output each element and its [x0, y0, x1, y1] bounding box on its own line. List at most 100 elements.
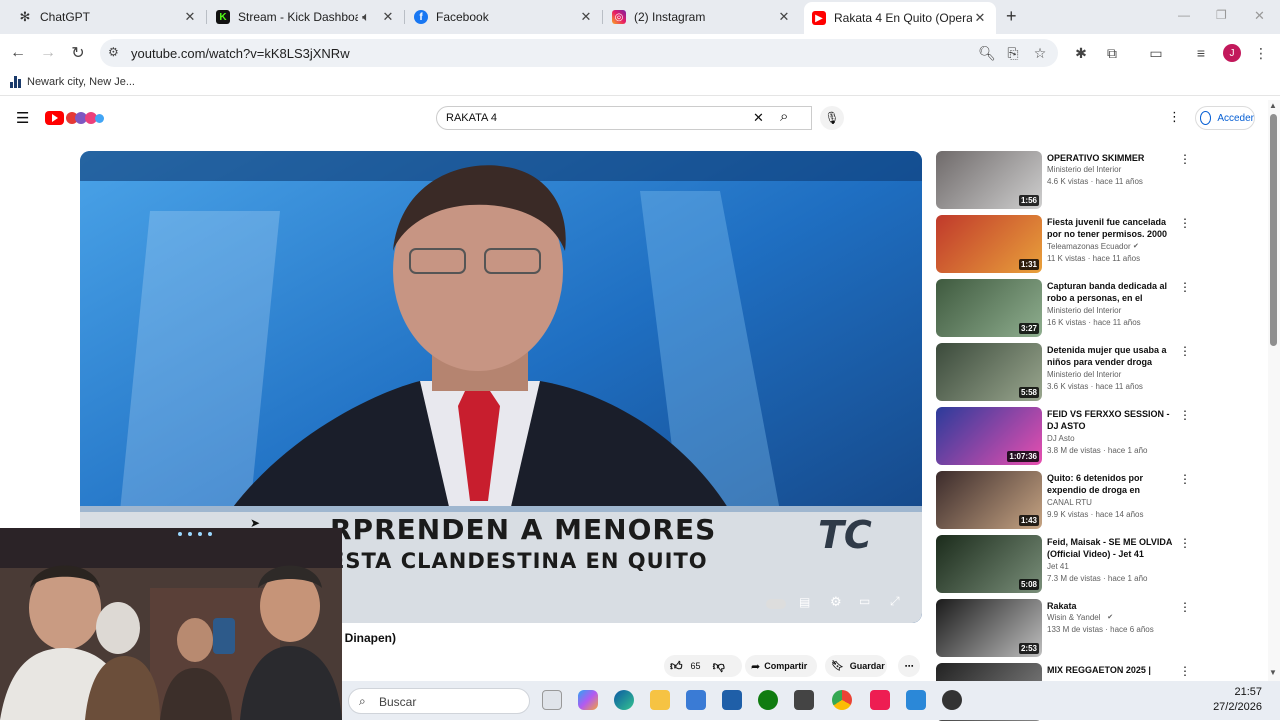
clock-date[interactable]: 27/2/2026	[1202, 701, 1262, 713]
bookmark-item[interactable]: Newark city, New Je...	[10, 76, 135, 88]
tab-facebook[interactable]: f Facebook ✕	[406, 4, 602, 30]
microphone-icon[interactable]: 🎙︎	[820, 106, 844, 130]
taskbar-search-input[interactable]: ⌕ Buscar	[348, 688, 530, 714]
xbox-icon[interactable]	[758, 690, 778, 710]
site-info-icon[interactable]: ⚙	[108, 45, 119, 59]
clear-search-icon[interactable]: ✕	[753, 110, 764, 126]
file-explorer-icon[interactable]	[650, 690, 670, 710]
recommendation-title[interactable]: Feid, Maisak - SE ME OLVIDA (Official Vi…	[1047, 536, 1177, 560]
search-icon[interactable]: ⌕	[780, 108, 788, 125]
recommendation-channel[interactable]: Teleamazonas Ecuador	[1047, 242, 1131, 251]
more-options-icon[interactable]: ⋮	[1179, 536, 1191, 550]
recommendation-title[interactable]: Quito: 6 detenidos por expendio de droga…	[1047, 472, 1177, 496]
scroll-down-arrow[interactable]: ▼	[1269, 668, 1277, 677]
recommendation-channel[interactable]: CANAL RTU	[1047, 498, 1092, 507]
autoplay-toggle[interactable]	[766, 599, 786, 609]
recommendation-title[interactable]: Capturan banda dedicada al robo a person…	[1047, 280, 1177, 304]
media-control-icon[interactable]: ≡	[1192, 44, 1210, 62]
more-options-icon[interactable]: ⋮	[1179, 600, 1191, 614]
forward-button[interactable]: →	[37, 42, 59, 64]
tab-youtube-active[interactable]: ▶ Rakata 4 En Quito (Operativo P ✕	[804, 2, 996, 34]
recommendation-title[interactable]: Detenida mujer que usaba a niños para ve…	[1047, 344, 1177, 368]
close-icon[interactable]: ✕	[578, 9, 594, 25]
video-thumbnail[interactable]: 2:53	[936, 599, 1042, 657]
close-window-button[interactable]: ✕	[1254, 8, 1265, 24]
recommendation-title[interactable]: OPERATIVO SKIMMER	[1047, 152, 1177, 164]
more-options-icon[interactable]: ⋮	[1179, 152, 1191, 166]
recommendation-item[interactable]: 1:31 Fiesta juvenil fue cancelada por no …	[936, 215, 1191, 273]
settings-gear-icon[interactable]: ⚙	[830, 594, 842, 610]
recommendation-item[interactable]: 2:53 Rakata Wisin & Yandel ✔ 133 M de vista…	[936, 599, 1191, 657]
address-bar[interactable]: ⚙ youtube.com/watch?v=kK8LS3jXNRw	[100, 39, 1058, 67]
tab-instagram[interactable]: ◎ (2) Instagram ✕	[604, 4, 800, 30]
video-thumbnail[interactable]: 5:58	[936, 343, 1042, 401]
save-button[interactable]: 🔖︎ Guardar	[825, 655, 887, 677]
clock-time[interactable]: 21:57	[1202, 686, 1262, 698]
close-icon[interactable]: ✕	[776, 9, 792, 25]
recommendation-title[interactable]: Rakata	[1047, 600, 1177, 612]
extension-icon[interactable]: ✱	[1072, 44, 1090, 62]
more-options-icon[interactable]: ⋮	[1179, 280, 1191, 294]
recommendation-item[interactable]: 1:07:36 FEID VS FERXXO SESSION - DJ ASTO D…	[936, 407, 1191, 465]
close-icon[interactable]: ✕	[182, 9, 198, 25]
close-icon[interactable]: ✕	[380, 9, 396, 25]
thumbs-down-icon[interactable]: 👎︎	[713, 659, 725, 674]
back-button[interactable]: ←	[7, 42, 29, 64]
recommendation-channel[interactable]: DJ Asto	[1047, 434, 1075, 443]
youtube-logo[interactable]	[45, 110, 105, 126]
more-options-icon[interactable]: ⋮	[1179, 344, 1191, 358]
settings-kebab-icon[interactable]: ⋮	[1168, 109, 1181, 125]
thumbs-up-icon[interactable]: 👍︎	[670, 659, 683, 674]
new-tab-button[interactable]: +	[1006, 6, 1017, 27]
tiktok-icon[interactable]	[870, 690, 890, 710]
app-icon[interactable]	[794, 690, 814, 710]
more-options-icon[interactable]: ⋮	[1179, 408, 1191, 422]
recommendation-title[interactable]: Fiesta juvenil fue cancelada por no tene…	[1047, 216, 1177, 240]
video-thumbnail[interactable]: 3:27	[936, 279, 1042, 337]
recommendation-item[interactable]: 5:58 Detenida mujer que usaba a niños par…	[936, 343, 1191, 401]
copilot-icon[interactable]	[578, 690, 598, 710]
recommendation-item[interactable]: 1:43 Quito: 6 detenidos por expendio de d…	[936, 471, 1191, 529]
recommendation-title[interactable]: FEID VS FERXXO SESSION - DJ ASTO	[1047, 408, 1177, 432]
recommendation-item[interactable]: 5:08 Feid, Maisak - SE ME OLVIDA (Officia…	[936, 535, 1191, 593]
recommendation-channel[interactable]: Wisin & Yandel	[1047, 613, 1101, 622]
bookmark-star-icon[interactable]: ☆	[1031, 44, 1049, 62]
app-icon[interactable]	[722, 690, 742, 710]
install-app-icon[interactable]: ⎘	[1004, 44, 1022, 62]
recommendation-channel[interactable]: Ministerio del Interior	[1047, 370, 1121, 379]
menu-kebab-icon[interactable]: ⋮	[1252, 44, 1270, 62]
app-icon[interactable]	[906, 690, 926, 710]
recommendation-channel[interactable]: Ministerio del Interior	[1047, 165, 1121, 174]
profile-avatar[interactable]: J	[1223, 44, 1241, 62]
scrollbar-thumb[interactable]	[1270, 114, 1277, 346]
restore-button[interactable]: ❐	[1216, 8, 1227, 22]
edge-browser-icon[interactable]	[614, 690, 634, 710]
zoom-icon[interactable]: 🔍︎	[978, 44, 996, 62]
video-thumbnail[interactable]: 5:08	[936, 535, 1042, 593]
video-thumbnail[interactable]: 1:56	[936, 151, 1042, 209]
video-thumbnail[interactable]: 1:07:36	[936, 407, 1042, 465]
recommendation-item[interactable]: 3:27 Capturan banda dedicada al robo a pe…	[936, 279, 1191, 337]
scroll-up-arrow[interactable]: ▲	[1269, 101, 1277, 110]
search-input[interactable]: RAKATA 4 ✕	[436, 106, 812, 130]
tab-search-icon[interactable]: ▭	[1147, 44, 1165, 62]
chrome-icon[interactable]	[832, 690, 852, 710]
theater-mode-icon[interactable]: ▭	[859, 594, 870, 608]
task-view-icon[interactable]	[542, 690, 562, 710]
recommendation-item[interactable]: 1:56 OPERATIVO SKIMMER Ministerio del Inte…	[936, 151, 1191, 209]
share-button[interactable]: ➦ Compartir	[745, 655, 817, 677]
video-thumbnail[interactable]: 1:31	[936, 215, 1042, 273]
hamburger-menu-icon[interactable]: ☰	[16, 109, 29, 127]
sign-in-button[interactable]: Acceder	[1195, 106, 1255, 130]
fullscreen-icon[interactable]: ⤢	[890, 594, 900, 609]
speaker-icon[interactable]: 🔈︎	[358, 9, 374, 25]
more-options-icon[interactable]: ⋮	[1179, 664, 1191, 678]
reload-button[interactable]: ↻	[67, 42, 89, 64]
close-icon[interactable]: ✕	[972, 10, 988, 26]
subtitles-icon[interactable]: ▤	[799, 595, 810, 609]
more-options-icon[interactable]: ⋮	[1179, 472, 1191, 486]
tab-kick-dashboard[interactable]: K Stream - Kick Dashboard 🔈︎ ✕	[208, 4, 404, 30]
minimize-button[interactable]: —	[1178, 8, 1190, 22]
tab-chatgpt[interactable]: ✻ ChatGPT ✕	[10, 4, 206, 30]
recommendation-channel[interactable]: Ministerio del Interior	[1047, 306, 1121, 315]
